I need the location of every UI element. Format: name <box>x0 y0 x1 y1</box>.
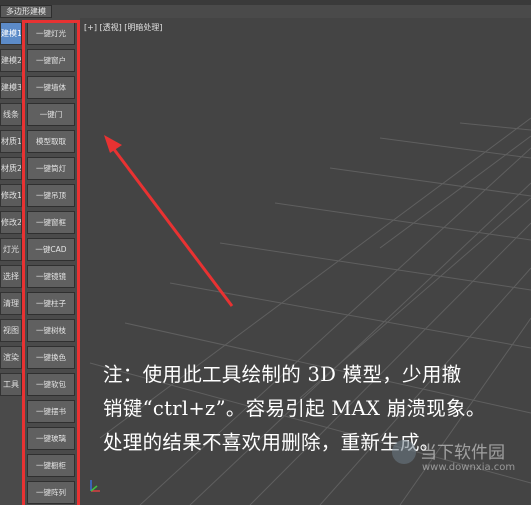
category-tab[interactable]: 修改2 <box>0 211 22 234</box>
tool-button[interactable]: 模型取取 <box>27 130 75 153</box>
tool-button[interactable]: 一键灯光 <box>27 22 75 45</box>
category-tab[interactable]: 线条 <box>0 103 22 126</box>
tool-button[interactable]: 一键玻璃 <box>27 427 75 450</box>
category-tab[interactable]: 视图 <box>0 319 22 342</box>
annotation-line-1: 注：使用此工具绘制的 3D 模型，少用撤 <box>103 363 462 386</box>
tool-button[interactable]: 一键筒灯 <box>27 157 75 180</box>
watermark-url: www.downxia.com <box>422 462 516 473</box>
category-tab[interactable]: 材质2 <box>0 157 22 180</box>
watermark-name: 当下软件园 <box>420 443 505 463</box>
annotation-arrow <box>108 143 234 307</box>
tool-button[interactable]: 一键吊顶 <box>27 184 75 207</box>
tool-button[interactable]: 一键软包 <box>27 373 75 396</box>
tool-button[interactable]: 一键柱子 <box>27 292 75 315</box>
category-tab[interactable]: 建模2 <box>0 49 22 72</box>
tool-button[interactable]: 一键镜镜 <box>27 265 75 288</box>
axis-gizmo-icon <box>90 480 100 492</box>
tool-button[interactable]: 一键阵列 <box>27 481 75 504</box>
category-tab[interactable]: 建模3 <box>0 76 22 99</box>
tool-button[interactable]: 一键墙体 <box>27 76 75 99</box>
tool-button[interactable]: 一键窗户 <box>27 49 75 72</box>
tool-button[interactable]: 一键换色 <box>27 346 75 369</box>
tool-button[interactable]: 一键门 <box>27 103 75 126</box>
category-tab[interactable]: 清理 <box>0 292 22 315</box>
category-tab[interactable]: 工具 <box>0 373 22 396</box>
tool-button[interactable]: 一键CAD <box>27 238 75 261</box>
watermark: 当下软件园 www.downxia.com <box>392 438 522 498</box>
tool-button[interactable]: 一键树枝 <box>27 319 75 342</box>
category-tab[interactable]: 建模1 <box>0 22 22 45</box>
annotation-line-2: 销键“ctrl+z”。容易引起 MAX 崩溃现象。 <box>103 397 486 420</box>
category-tab[interactable]: 灯光 <box>0 238 22 261</box>
category-tab[interactable]: 修改1 <box>0 184 22 207</box>
watermark-logo-icon <box>392 440 416 464</box>
viewport-label[interactable]: [+] [透视] [明暗处理] <box>84 22 163 33</box>
annotation-arrowhead <box>104 135 122 153</box>
category-tab[interactable]: 材质1 <box>0 130 22 153</box>
panel-tab-poly-modeling[interactable]: 多边形建模 <box>0 5 52 18</box>
category-tab[interactable]: 渲染 <box>0 346 22 369</box>
tool-button[interactable]: 一键摆书 <box>27 400 75 423</box>
category-tab[interactable]: 选择 <box>0 265 22 288</box>
tool-button[interactable]: 一键橱柜 <box>27 454 75 477</box>
tool-button[interactable]: 一键窗框 <box>27 211 75 234</box>
menu-bar <box>0 0 531 5</box>
